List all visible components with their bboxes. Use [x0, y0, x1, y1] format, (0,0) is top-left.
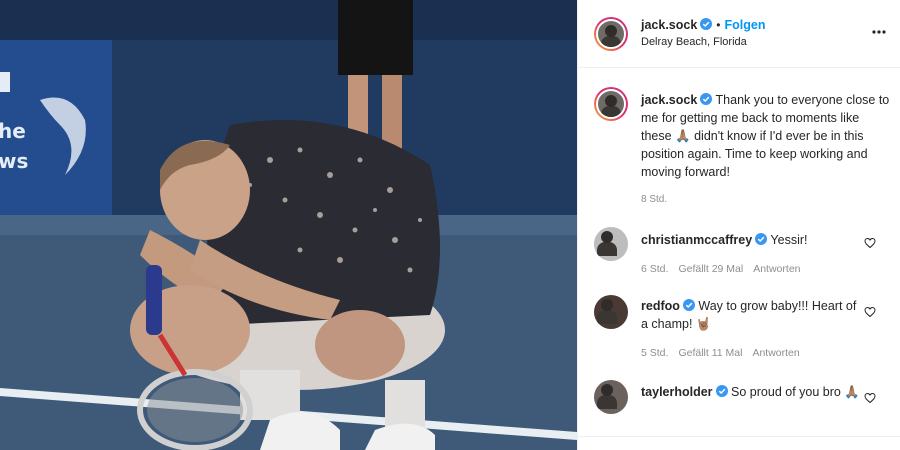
svg-text:he: he [0, 119, 26, 143]
post-photo[interactable]: he ws [0, 0, 577, 450]
reply-button[interactable]: Antworten [753, 263, 800, 275]
post-sidebar: jack.sock • Folgen Delray Beach, Florida j… [577, 0, 900, 450]
post-location[interactable]: Delray Beach, Florida [641, 36, 747, 48]
comment-username[interactable]: christianmccaffrey [641, 233, 752, 247]
author-username[interactable]: jack.sock [641, 18, 697, 32]
comment-meta: 5 Std. Gefällt 11 Mal Antworten [641, 347, 810, 359]
separator-dot: • [716, 18, 721, 32]
verified-badge-icon [682, 299, 695, 311]
verified-badge-icon [755, 233, 768, 245]
comments-divider [578, 436, 900, 450]
verified-badge-icon [700, 18, 713, 30]
comment-username[interactable]: taylerholder [641, 385, 713, 399]
comment-body: taylerholder So proud of you bro 🙏🏽 [641, 383, 866, 401]
caption-author-username[interactable]: jack.sock [641, 93, 697, 107]
author-line: jack.sock • Folgen [641, 16, 765, 34]
commenter-avatar[interactable] [594, 380, 628, 414]
verified-badge-icon [715, 385, 728, 397]
heart-icon[interactable] [864, 306, 876, 318]
caption-author-avatar[interactable] [594, 87, 628, 121]
reply-button[interactable]: Antworten [752, 347, 799, 359]
caption-time[interactable]: 8 Std. [641, 194, 667, 205]
author-avatar[interactable] [594, 17, 628, 51]
svg-text:ws: ws [0, 149, 28, 173]
comment-username[interactable]: redfoo [641, 299, 680, 313]
commenter-avatar[interactable] [594, 295, 628, 329]
verified-badge-icon [700, 93, 713, 105]
post-header: jack.sock • Folgen Delray Beach, Florida [578, 0, 900, 68]
commenter-avatar[interactable] [594, 227, 628, 261]
tennis-player-image: he ws [0, 0, 577, 450]
heart-icon[interactable] [864, 237, 876, 249]
more-options-icon[interactable] [871, 24, 887, 40]
comment-meta: 6 Std. Gefällt 29 Mal Antworten [641, 263, 811, 275]
comment-time[interactable]: 5 Std. [641, 347, 668, 359]
comment-text: Yessir! [770, 233, 808, 247]
post-caption: jack.sock Thank you to everyone close to… [641, 91, 893, 181]
comment-text: So proud of you bro 🙏🏽 [731, 385, 860, 399]
heart-icon[interactable] [864, 392, 876, 404]
comment-body: christianmccaffrey Yessir! [641, 231, 866, 249]
comment-time[interactable]: 6 Std. [641, 263, 668, 275]
follow-button[interactable]: Folgen [725, 18, 766, 32]
comment-body: redfoo Way to grow baby!!! Heart of a ch… [641, 297, 866, 333]
comment-likes[interactable]: Gefällt 11 Mal [678, 347, 742, 359]
comment-likes[interactable]: Gefällt 29 Mal [678, 263, 743, 275]
